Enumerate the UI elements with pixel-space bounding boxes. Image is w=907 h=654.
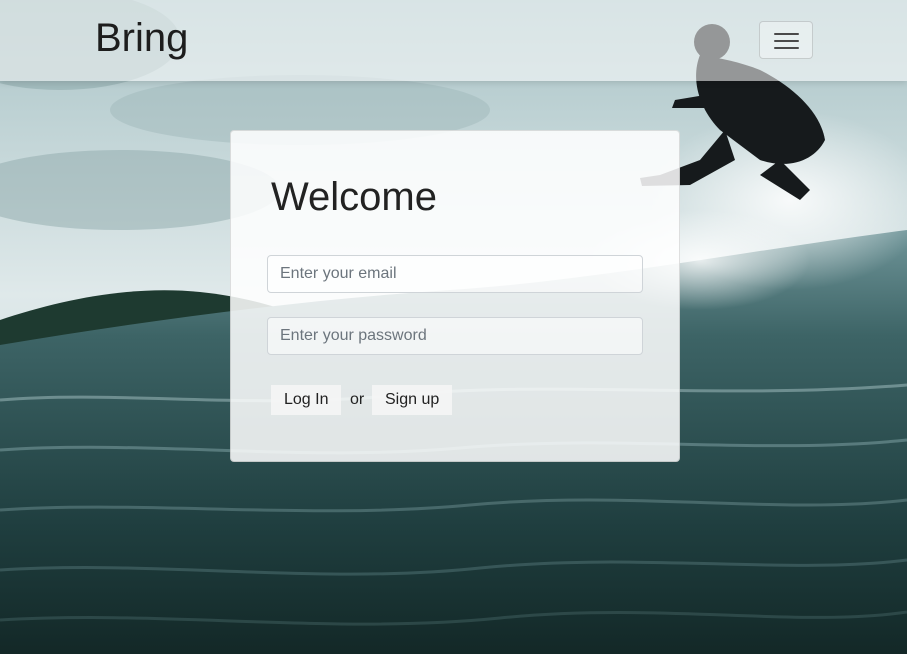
brand-logo-link[interactable]: Bring (95, 14, 188, 62)
login-button[interactable]: Log In (271, 385, 342, 415)
login-card: Welcome Log In or Sign up (230, 130, 680, 462)
welcome-heading: Welcome (271, 175, 437, 219)
or-separator-text: or (350, 391, 365, 408)
hamburger-menu-icon (774, 40, 799, 42)
password-input[interactable] (267, 317, 643, 355)
email-input[interactable] (267, 255, 643, 293)
hamburger-menu-icon (774, 47, 799, 49)
page: Bring Welcome Log In or Sign up (0, 0, 907, 654)
navbar-toggle-button[interactable] (759, 21, 813, 59)
top-navbar: Bring (0, 0, 907, 81)
signup-button[interactable]: Sign up (372, 385, 453, 415)
hamburger-menu-icon (774, 33, 799, 35)
